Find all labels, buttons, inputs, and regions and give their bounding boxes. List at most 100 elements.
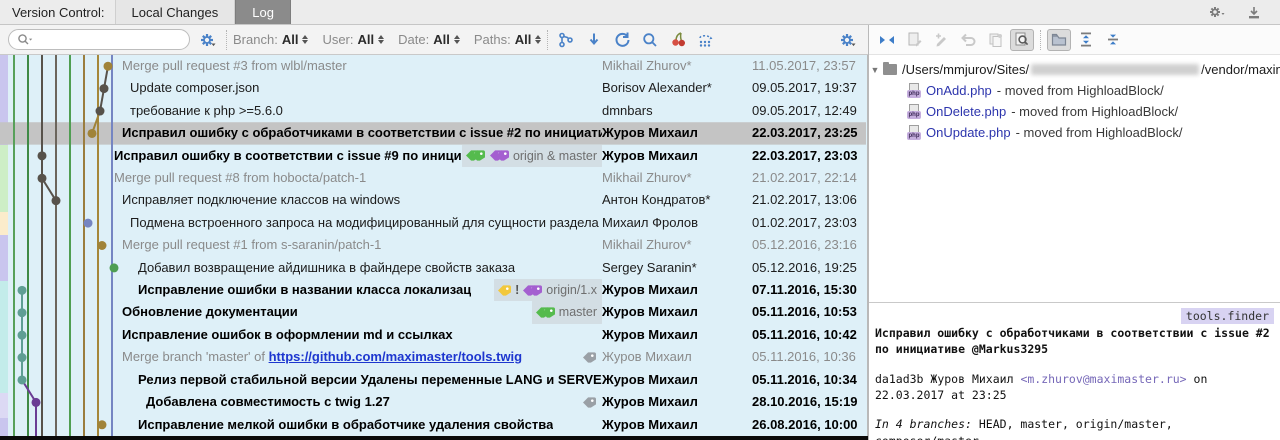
ref-chip[interactable]: !origin/1.x: [494, 279, 602, 301]
commit-message: требование к php >=5.6.0: [130, 100, 283, 122]
jump-to-source-icon[interactable]: [875, 29, 899, 51]
date-filter[interactable]: Date:All: [398, 32, 460, 47]
commit-date-cell: 09.05.2017, 12:49: [752, 100, 866, 122]
tree-root-row[interactable]: ▼ /Users/mmjurov/Sites/ /vendor/maxim: [869, 59, 1280, 80]
file-name[interactable]: OnAdd.php: [926, 83, 992, 98]
changed-file-row[interactable]: php OnAdd.php - moved from HighloadBlock/: [869, 80, 1280, 101]
find-zoom-icon[interactable]: [638, 29, 662, 51]
tag-icon: [582, 396, 597, 409]
commit-row[interactable]: Исправление ошибки в названии класса лок…: [0, 279, 866, 301]
refresh-icon[interactable]: [610, 29, 634, 51]
collapse-all-icon[interactable]: [1101, 29, 1125, 51]
commit-message: Merge pull request #3 from wlbl/master: [122, 55, 347, 77]
commit-row[interactable]: Merge pull request #8 from hobocta/patch…: [0, 167, 866, 189]
commit-date-cell: 21.02.2017, 22:14: [752, 167, 866, 189]
commit-row[interactable]: Добавлена совместимость с twig 1.27Журов…: [0, 391, 866, 413]
commit-row[interactable]: Исправление мелкой ошибки в обработчике …: [0, 414, 866, 436]
commit-row[interactable]: Merge branch 'master' of https://github.…: [0, 346, 866, 368]
changed-files-tree: ▼ /Users/mmjurov/Sites/ /vendor/maxim ph…: [869, 55, 1280, 302]
preview-diff-icon[interactable]: [1010, 29, 1034, 51]
containing-branch-chip[interactable]: tools.finder: [1181, 308, 1274, 324]
php-file-icon: php: [907, 83, 921, 98]
chevron-updown-icon: [535, 35, 541, 44]
commit-date-cell: 07.11.2016, 15:30: [752, 279, 866, 301]
edit-source-icon[interactable]: [929, 29, 953, 51]
commit-subject: Исправил ошибку с обработчиками в соотве…: [875, 325, 1274, 358]
user-filter[interactable]: User:All: [322, 32, 384, 47]
commit-author-email[interactable]: <m.zhurov@maximaster.ru>: [1020, 372, 1186, 386]
cherry-pick-icon[interactable]: [666, 29, 690, 51]
commit-message: Исправление ошибки в названии класса лок…: [138, 279, 471, 301]
expand-all-icon[interactable]: [1074, 29, 1098, 51]
redacted-path-segment: [1031, 64, 1199, 75]
commit-date-cell: 01.02.2017, 23:03: [752, 212, 866, 234]
commit-branches: In 4 branches: HEAD, master, origin/mast…: [875, 416, 1274, 440]
chevron-updown-icon: [454, 35, 460, 44]
branch-graph-icon[interactable]: [554, 29, 578, 51]
commit-author-cell: Журов Михаил: [602, 122, 752, 144]
settings-gear-icon[interactable]: [196, 29, 220, 51]
presentation-settings-icon[interactable]: [836, 29, 860, 51]
search-field[interactable]: [8, 29, 190, 50]
tag-icon: [471, 149, 486, 162]
go-to-hash-icon[interactable]: [694, 29, 718, 51]
changed-file-row[interactable]: phpOnUpdate.php- moved from HighloadBloc…: [869, 122, 1280, 143]
ref-chip[interactable]: origin & master: [462, 145, 602, 167]
commit-author: Журов Михаил: [930, 372, 1013, 386]
group-by-directory-icon[interactable]: [1047, 29, 1071, 51]
tag-icon: [528, 284, 543, 297]
commit-row[interactable]: Merge pull request #3 from wlbl/masterMi…: [0, 55, 866, 77]
revert-icon[interactable]: [956, 29, 980, 51]
commit-row[interactable]: Исправил ошибку с обработчиками в соотве…: [0, 122, 866, 144]
commit-row[interactable]: Подмена встроенного запроса на модифицир…: [0, 212, 866, 234]
changed-file-row[interactable]: phpOnDelete.php- moved from HighloadBloc…: [869, 101, 1280, 122]
commit-author-cell: Журов Михаил: [602, 301, 752, 323]
commit-message-link[interactable]: https://github.com/maximaster/tools.twig: [269, 349, 523, 364]
commit-message: Добавил возвращение айдишника в файндере…: [138, 257, 515, 279]
commit-author-cell: Mikhail Zhurov*: [602, 167, 752, 189]
commit-date-cell: 22.03.2017, 23:03: [752, 145, 866, 167]
commit-row[interactable]: Исправление ошибок в оформлении md и ссы…: [0, 324, 866, 346]
commit-date-cell: 05.11.2016, 10:42: [752, 324, 866, 346]
ref-chip[interactable]: [579, 395, 602, 410]
commit-author-cell: Журов Михаил: [602, 369, 752, 391]
panel-title: Version Control:: [0, 5, 115, 20]
commit-author-cell: Михаил Фролов: [602, 212, 752, 234]
commit-row[interactable]: Исправил ошибку в соответствии с issue #…: [0, 145, 866, 167]
hide-panel-icon[interactable]: [1242, 1, 1266, 23]
commit-row[interactable]: Merge pull request #1 from s-saranin/pat…: [0, 234, 866, 256]
file-name[interactable]: OnUpdate.php: [926, 125, 1011, 140]
go-to-row-icon[interactable]: [582, 29, 606, 51]
file-move-annotation: - moved from HighloadBlock/: [997, 83, 1164, 98]
gear-menu-icon[interactable]: [1204, 1, 1228, 23]
commit-row[interactable]: Добавил возвращение айдишника в файндере…: [0, 257, 866, 279]
commit-row[interactable]: требование к php >=5.6.0dmnbars09.05.201…: [0, 100, 866, 122]
tab-local-changes[interactable]: Local Changes: [115, 0, 236, 24]
commit-row[interactable]: Обновление документацииmasterЖуров Михаи…: [0, 301, 866, 323]
copy-icon[interactable]: [983, 29, 1007, 51]
tool-window-header: Version Control: Local Changes Log: [0, 0, 1280, 25]
ref-chip[interactable]: [579, 350, 602, 365]
show-diff-icon[interactable]: [902, 29, 926, 51]
commit-row[interactable]: Релиз первой стабильной версии Удалены п…: [0, 369, 866, 391]
search-input[interactable]: [35, 33, 181, 47]
commit-message: Merge pull request #8 from hobocta/patch…: [114, 167, 366, 189]
root-path-suffix: /vendor/maxim: [1201, 62, 1280, 77]
chevron-down-icon[interactable]: ▼: [869, 65, 881, 75]
commit-row[interactable]: Исправляет подключение классов на window…: [0, 189, 866, 211]
paths-filter[interactable]: Paths:All: [474, 32, 541, 47]
commit-author-cell: Журов Михаил: [602, 279, 752, 301]
commit-message: Исправил ошибку с обработчиками в соотве…: [122, 122, 602, 144]
commit-row[interactable]: Update composer.jsonBorisov Alexander*09…: [0, 77, 866, 99]
commit-message: Исправление мелкой ошибки в обработчике …: [138, 414, 553, 436]
commit-date-cell: 05.11.2016, 10:36: [752, 346, 866, 368]
log-main-area: Branch:All User:All Date:All Paths:All: [0, 25, 868, 440]
tab-log[interactable]: Log: [235, 0, 291, 24]
search-icon: [17, 33, 33, 46]
horizontal-scrollbar[interactable]: [0, 436, 868, 440]
commit-message: Исправляет подключение классов на window…: [122, 189, 400, 211]
commit-date-cell: 05.11.2016, 10:53: [752, 301, 866, 323]
file-name[interactable]: OnDelete.php: [926, 104, 1006, 119]
ref-chip[interactable]: master: [532, 301, 602, 323]
branch-filter[interactable]: Branch:All: [233, 32, 308, 47]
